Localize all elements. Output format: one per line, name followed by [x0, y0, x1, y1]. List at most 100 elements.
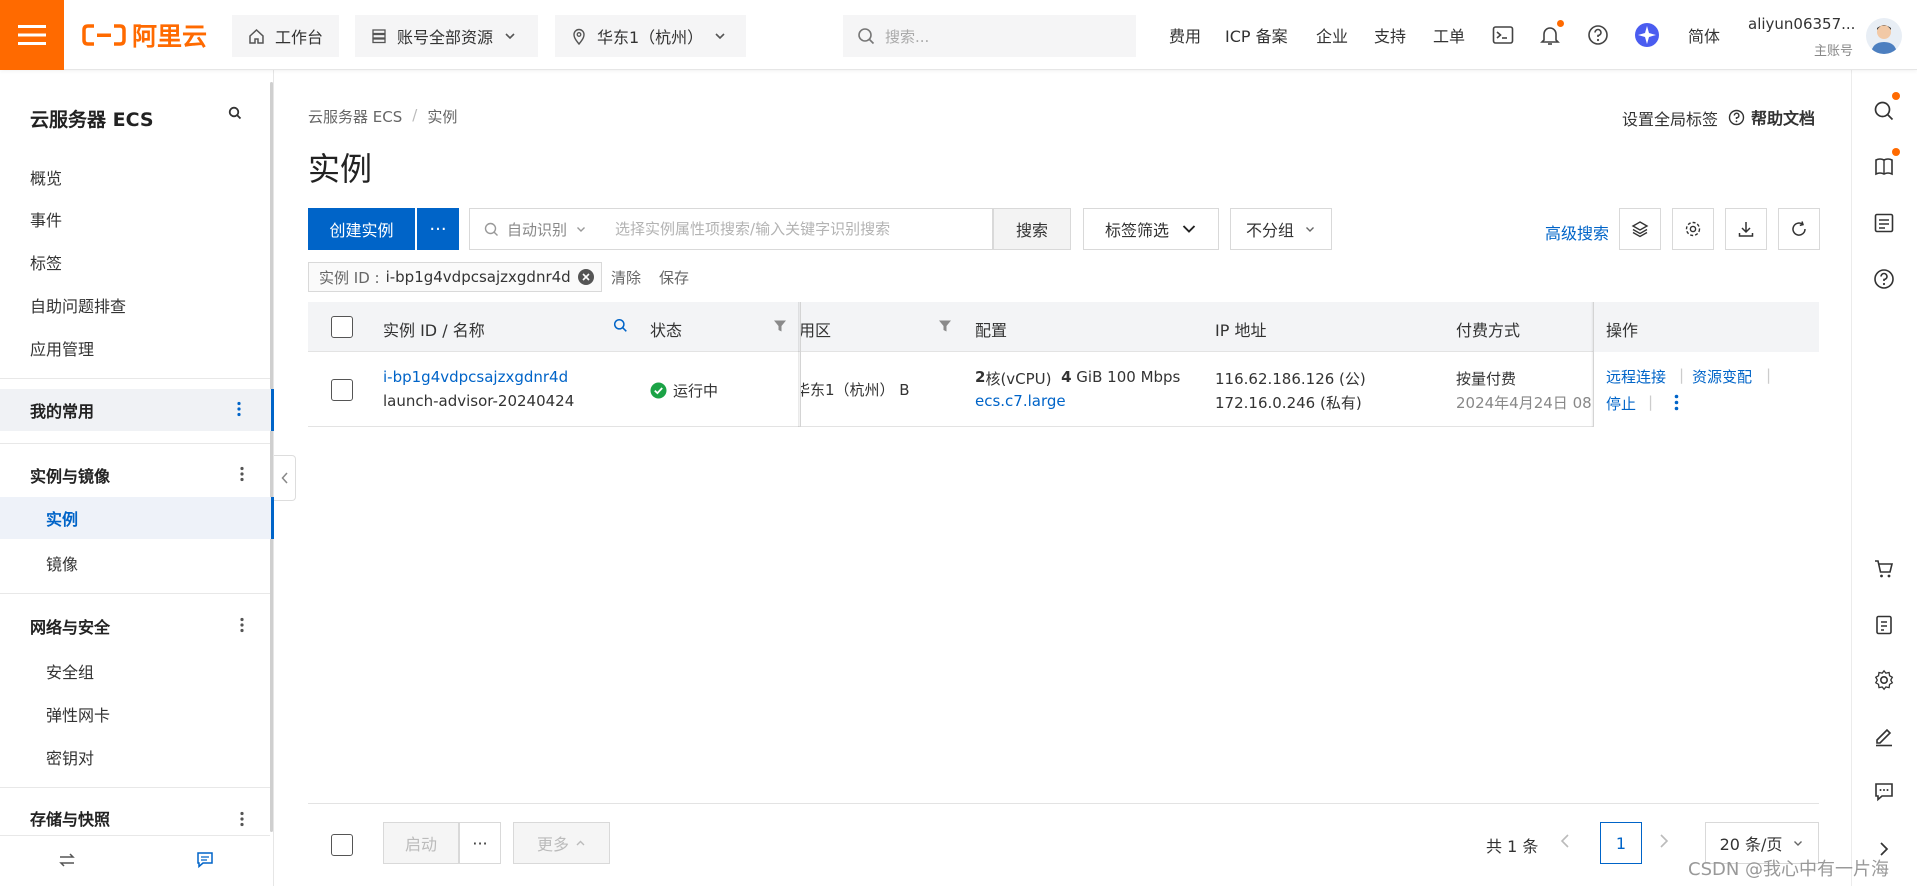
sidebar-item-instances[interactable]: 实例	[0, 497, 274, 539]
support-link[interactable]: 支持	[1374, 23, 1406, 47]
settings-button[interactable]	[1672, 208, 1714, 250]
instance-id-link[interactable]: i-bp1g4vdpcsajzxgdnr4d	[383, 368, 568, 386]
sidebar-group-network-security[interactable]: 网络与安全	[0, 605, 274, 647]
billing-link[interactable]: 费用	[1169, 23, 1201, 47]
chevron-left-icon[interactable]	[1558, 830, 1572, 852]
user-name[interactable]: aliyun06357...	[1748, 15, 1855, 33]
column-header-ip: IP 地址	[1215, 321, 1267, 340]
advanced-search-link[interactable]: 高级搜索	[1545, 220, 1609, 244]
aliyun-logo[interactable]: 阿里云	[82, 16, 207, 54]
instance-type-link[interactable]: ecs.c7.large	[975, 392, 1066, 410]
chevron-right-icon[interactable]	[1657, 830, 1671, 852]
stop-link[interactable]: 停止	[1606, 393, 1636, 414]
column-header-config: 配置	[975, 321, 1008, 340]
action-separator: |	[1648, 393, 1654, 411]
search-icon[interactable]	[1870, 92, 1900, 125]
footer-select-all-checkbox[interactable]	[331, 834, 353, 856]
book-icon[interactable]	[1870, 148, 1900, 181]
column-header-status: 状态	[650, 321, 683, 340]
more-vertical-icon[interactable]	[240, 617, 244, 633]
private-ip: 172.16.0.246 (私有)	[1215, 394, 1362, 412]
global-search-box[interactable]: 搜索...	[843, 15, 1136, 57]
page-size-label: 20 条/页	[1719, 835, 1783, 854]
help-circle-icon[interactable]	[1585, 22, 1611, 48]
hamburger-menu-icon[interactable]	[0, 0, 64, 70]
start-button[interactable]: 启动	[383, 822, 459, 864]
notification-dot	[1892, 148, 1900, 156]
sidebar-group-favorites[interactable]: 我的常用	[0, 389, 274, 431]
filter-mode-dropdown[interactable]: 自动识别	[470, 209, 601, 249]
save-filter-link[interactable]: 保存	[659, 267, 689, 288]
more-vertical-icon[interactable]	[240, 466, 244, 482]
sidebar-item-key-pairs[interactable]: 密钥对	[46, 745, 94, 769]
filter-funnel-icon[interactable]	[938, 319, 952, 333]
sidebar-item-images[interactable]: 镜像	[46, 551, 78, 575]
create-more-button[interactable]: ···	[417, 208, 459, 250]
group-select[interactable]: 不分组	[1230, 208, 1332, 250]
search-icon[interactable]	[613, 318, 628, 333]
search-icon[interactable]	[228, 106, 242, 120]
resources-dropdown[interactable]: 账号全部资源	[355, 15, 538, 57]
global-tag-link[interactable]: 设置全局标签	[1622, 106, 1718, 130]
language-switch[interactable]: 简体	[1688, 23, 1720, 47]
edit-icon[interactable]	[1870, 722, 1898, 750]
sidebar-item-events[interactable]: 事件	[30, 207, 62, 231]
filter-funnel-icon[interactable]	[773, 319, 787, 333]
row-checkbox[interactable]	[331, 379, 353, 401]
created-time-clip: 2024年4月24日 08:5	[1456, 392, 1593, 413]
layers-button[interactable]	[1619, 208, 1661, 250]
more-vertical-icon[interactable]	[237, 401, 241, 417]
tag-filter-dropdown[interactable]: 标签筛选	[1083, 208, 1219, 250]
sidebar-collapse-handle[interactable]	[274, 455, 296, 501]
chevron-down-icon	[715, 33, 725, 40]
avatar[interactable]	[1866, 18, 1902, 54]
clear-filter-link[interactable]: 清除	[611, 267, 641, 288]
resize-link[interactable]: 资源变配	[1692, 366, 1752, 387]
column-header-billing: 付费方式	[1456, 321, 1521, 340]
checklist-icon[interactable]	[1870, 209, 1898, 237]
start-more-button[interactable]: ···	[459, 822, 501, 864]
ai-assistant-icon[interactable]	[1634, 22, 1660, 48]
remote-connect-link[interactable]: 远程连接	[1606, 366, 1666, 387]
ticket-link[interactable]: 工单	[1433, 23, 1465, 47]
chevron-down-icon	[1182, 225, 1196, 233]
region-dropdown[interactable]: 华东1（杭州）	[555, 15, 746, 57]
search-button[interactable]: 搜索	[993, 208, 1071, 250]
download-button[interactable]	[1725, 208, 1767, 250]
action-separator: |	[1766, 366, 1772, 384]
select-all-checkbox[interactable]	[331, 316, 353, 338]
sidebar-item-overview[interactable]: 概览	[30, 165, 62, 189]
more-actions-button[interactable]: 更多	[513, 822, 610, 864]
sidebar-item-app-management[interactable]: 应用管理	[30, 336, 94, 360]
more-vertical-icon[interactable]	[1674, 394, 1679, 411]
sidebar-group-storage-snapshots[interactable]: 存储与快照	[0, 799, 274, 837]
gear-icon[interactable]	[1870, 666, 1898, 694]
invoice-icon[interactable]	[1870, 611, 1898, 639]
feedback-icon[interactable]	[1870, 778, 1898, 806]
switch-arrows-icon[interactable]	[58, 852, 76, 868]
workbench-button[interactable]: 工作台	[232, 15, 339, 57]
sidebar-item-eni[interactable]: 弹性网卡	[46, 702, 110, 726]
page-number-current[interactable]: 1	[1600, 822, 1642, 864]
message-icon[interactable]	[196, 851, 214, 869]
cart-icon[interactable]	[1870, 555, 1898, 583]
close-icon[interactable]	[577, 268, 595, 286]
sidebar-divider	[0, 378, 270, 379]
chevron-down-icon	[1306, 227, 1314, 232]
breadcrumb-ecs[interactable]: 云服务器 ECS	[308, 106, 402, 127]
enterprise-link[interactable]: 企业	[1316, 23, 1348, 47]
sidebar-item-tags[interactable]: 标签	[30, 250, 62, 274]
sidebar-item-security-groups[interactable]: 安全组	[46, 659, 94, 683]
refresh-button[interactable]	[1778, 208, 1820, 250]
filter-input[interactable]	[601, 209, 992, 249]
sidebar-item-troubleshoot[interactable]: 自助问题排查	[30, 293, 126, 317]
create-instance-button[interactable]: 创建实例	[308, 208, 415, 250]
terminal-icon[interactable]	[1490, 22, 1516, 48]
search-icon	[858, 28, 875, 45]
icp-link[interactable]: ICP 备案	[1225, 23, 1288, 47]
more-vertical-icon[interactable]	[240, 811, 244, 827]
sidebar-group-instances-images[interactable]: 实例与镜像	[0, 454, 274, 496]
help-circle-icon[interactable]	[1870, 265, 1898, 293]
bell-icon[interactable]	[1537, 20, 1564, 48]
help-docs-link[interactable]: 帮助文档	[1728, 105, 1815, 129]
